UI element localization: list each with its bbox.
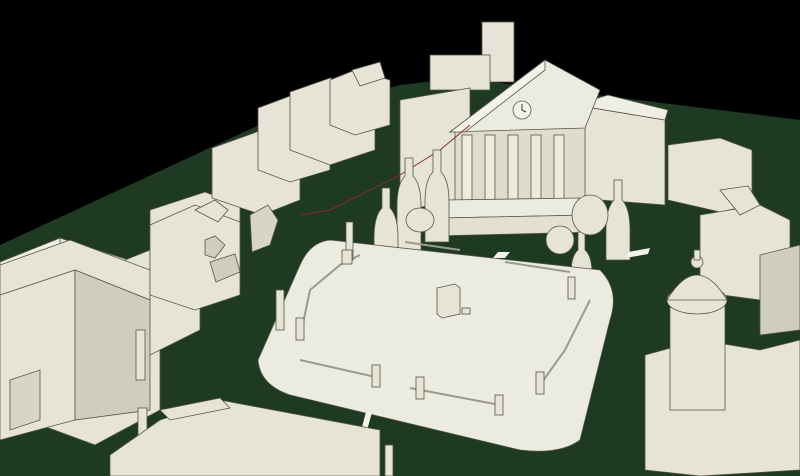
left-front-buildings bbox=[0, 239, 151, 441]
model-scene bbox=[0, 0, 800, 476]
clock-icon bbox=[512, 100, 532, 120]
